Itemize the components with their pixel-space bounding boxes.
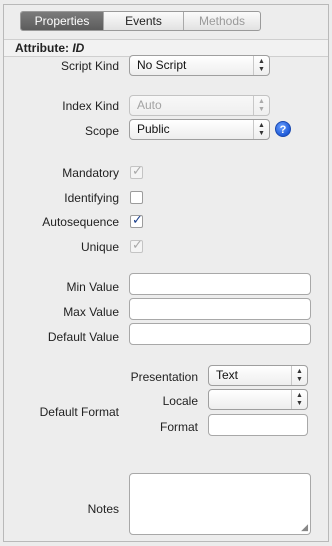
select-arrows-icon: ▲ ▼ <box>253 96 269 115</box>
script-kind-value: No Script <box>137 58 187 72</box>
identifying-checkbox[interactable] <box>130 191 143 204</box>
scope-value: Public <box>137 122 170 136</box>
notes-label: Notes <box>87 502 119 516</box>
max-value-input[interactable] <box>129 298 311 320</box>
locale-select[interactable]: ▲ ▼ <box>208 389 308 410</box>
tab-methods[interactable]: Methods <box>184 12 260 30</box>
check-icon: ✓ <box>132 237 143 252</box>
min-value-label: Min Value <box>66 280 119 294</box>
attribute-name: ID <box>72 41 85 55</box>
scope-select[interactable]: Public ▲ ▼ <box>129 119 270 140</box>
tab-properties[interactable]: Properties <box>21 12 104 30</box>
index-kind-label: Index Kind <box>62 99 119 113</box>
min-value-input[interactable] <box>129 273 311 295</box>
attribute-inspector-panel: Properties Events Methods Attribute: ID … <box>3 4 329 542</box>
unique-checkbox[interactable]: ✓ <box>130 237 143 253</box>
default-value-input[interactable] <box>129 323 311 345</box>
locale-label: Locale <box>162 394 198 408</box>
max-value-label: Max Value <box>63 305 119 319</box>
resize-grip-icon[interactable]: ◢ <box>301 523 308 532</box>
mandatory-label: Mandatory <box>62 166 119 180</box>
inspector-tab-bar: Properties Events Methods <box>20 11 261 31</box>
help-icon[interactable]: ? <box>275 121 291 137</box>
check-icon: ✓ <box>132 163 143 178</box>
check-icon: ✓ <box>132 212 143 227</box>
default-value-label: Default Value <box>47 330 119 344</box>
select-arrows-icon: ▲ ▼ <box>291 390 307 409</box>
autosequence-checkbox[interactable]: ✓ <box>130 212 143 228</box>
format-label: Format <box>159 420 198 434</box>
identifying-label: Identifying <box>64 191 119 205</box>
presentation-label: Presentation <box>130 370 198 384</box>
default-format-label: Default Format <box>39 405 119 419</box>
select-arrows-icon: ▲ ▼ <box>253 56 269 75</box>
unique-label: Unique <box>80 240 119 254</box>
notes-textarea[interactable]: ◢ <box>129 473 311 535</box>
index-kind-select[interactable]: Auto ▲ ▼ <box>129 95 270 116</box>
presentation-select[interactable]: Text ▲ ▼ <box>208 365 308 386</box>
mandatory-checkbox[interactable]: ✓ <box>130 163 143 179</box>
presentation-value: Text <box>216 368 239 382</box>
index-kind-value: Auto <box>137 98 162 112</box>
script-kind-select[interactable]: No Script ▲ ▼ <box>129 55 270 76</box>
script-kind-label: Script Kind <box>60 59 119 73</box>
tab-events[interactable]: Events <box>104 12 184 30</box>
select-arrows-icon: ▲ ▼ <box>291 366 307 385</box>
attribute-header-prefix: Attribute: <box>15 41 69 55</box>
select-arrows-icon: ▲ ▼ <box>253 120 269 139</box>
autosequence-label: Autosequence <box>42 215 119 229</box>
scope-label: Scope <box>84 124 119 138</box>
format-input[interactable] <box>208 414 308 436</box>
